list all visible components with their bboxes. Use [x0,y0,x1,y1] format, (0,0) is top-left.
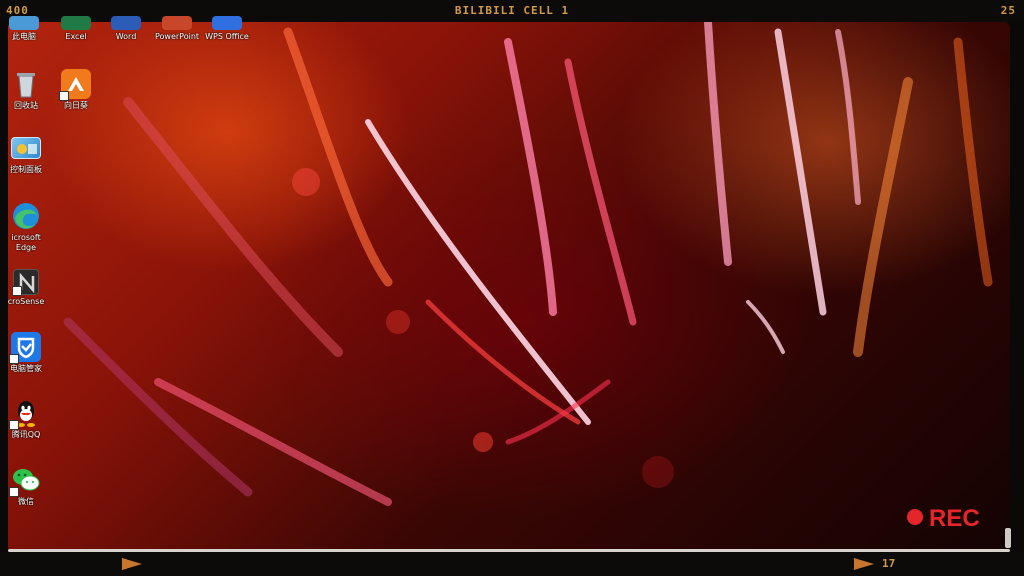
desktop-icon-microsense[interactable]: croSense [0,269,58,307]
desktop-icon-wechat[interactable]: 微信 [0,465,58,507]
recycle-bin-icon [11,69,41,99]
desktop-wallpaper [8,22,1010,552]
desktop-icon-label: icrosoft Edge [11,233,41,252]
frame-counter-bottom: 17 [882,557,896,570]
desktop-icon-wps-office[interactable]: WPS Office [195,16,259,42]
desktop-icon-label: WPS Office [205,32,249,41]
rec-label: REC [929,505,980,532]
frame-counter-right: 25 [1000,4,1016,17]
play-marker-left-icon [122,558,142,570]
desktop-icon-label: croSense [7,297,45,306]
this-pc-icon [9,16,39,30]
qq-icon [9,398,41,430]
excel-icon [61,16,91,30]
desktop-icon-control-panel[interactable]: 控制面板 [0,137,58,175]
wps-office-icon [212,16,242,30]
desktop-icon-edge[interactable]: icrosoft Edge [0,201,58,255]
film-frame-bottom: 17 [0,552,1024,576]
wallpaper-streaks [63,22,993,506]
powerpoint-icon [162,16,192,30]
word-icon [111,16,141,30]
wechat-icon [9,465,41,497]
play-marker-right-icon [854,558,874,570]
rec-indicator: REC [907,505,980,533]
desktop-icon-sunlogin[interactable]: 向日葵 [44,69,108,111]
record-dot-icon [907,509,923,525]
desktop-icon-label: 控制面板 [10,165,42,174]
edge-icon [11,201,41,231]
desktop-icon-label: 腾讯QQ [11,430,41,439]
desktop-icon-qq[interactable]: 腾讯QQ [0,398,58,440]
sunlogin-icon [59,69,91,101]
desktop-icon-label: 向日葵 [64,101,88,110]
desktop-icon-label: 微信 [18,497,34,506]
pc-manager-icon [9,332,41,364]
control-panel-icon [11,137,41,159]
microsense-icon [12,269,39,296]
desktop-icon-pc-manager[interactable]: 电脑管家 [0,332,58,374]
desktop-icon-label: 电脑管家 [10,364,42,373]
screen-edge-tab [1005,528,1011,548]
